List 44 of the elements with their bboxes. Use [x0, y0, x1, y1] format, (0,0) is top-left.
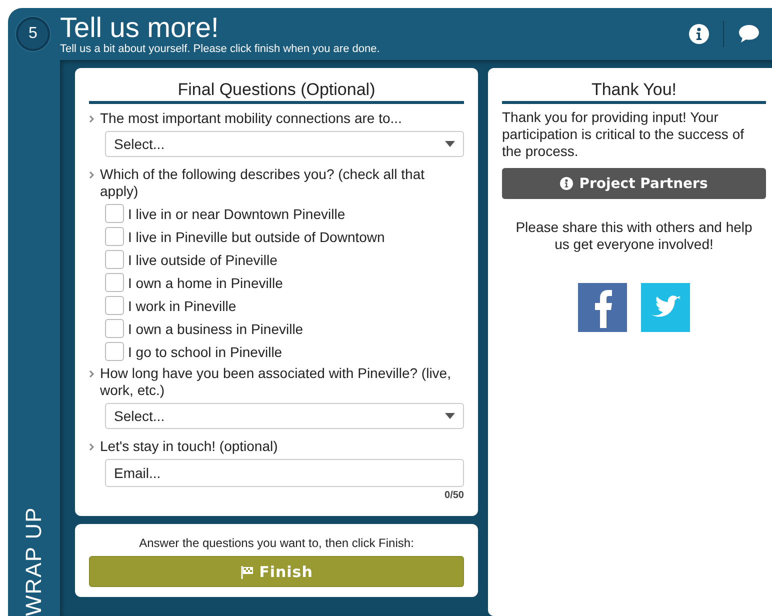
checkbox-label: I go to school in Pineville — [128, 342, 282, 360]
checkbox[interactable] — [105, 204, 124, 223]
page-subtitle: Tell us a bit about yourself. Please click finish when you are done. — [60, 42, 381, 54]
chevron-icon — [89, 115, 95, 123]
info-icon — [560, 177, 574, 190]
thanks-message: Thank you for providing input! Your participation is critical to the success of the process. — [502, 109, 745, 160]
checkbox-label: I work in Pineville — [128, 296, 236, 314]
chevron-icon — [89, 370, 95, 378]
checkbox-label: I own a business in Pineville — [128, 320, 304, 338]
twitter-bird-icon[interactable] — [641, 283, 690, 332]
checkbox[interactable] — [105, 319, 124, 338]
chevron-icon — [89, 443, 95, 451]
caret-icon — [445, 141, 455, 147]
info-icon[interactable] — [689, 24, 709, 44]
checkbox[interactable] — [105, 273, 124, 292]
checkbox[interactable] — [105, 296, 124, 315]
question-label: Let's stay in touch! (optional) — [100, 438, 278, 455]
facebook-icon[interactable] — [578, 283, 627, 332]
checkbox-label: I own a home in Pineville — [128, 274, 283, 292]
question-label: How long have you been associated with Pineville? (live, work, etc.) — [100, 365, 452, 399]
checkbox[interactable] — [105, 342, 124, 361]
section-label: WRAP UP — [21, 506, 47, 616]
finish-prompt: Answer the questions you want to, then click Finish: — [138, 536, 415, 550]
checkbox[interactable] — [105, 227, 124, 246]
question-label: Which of the following describes you? (check all that apply) — [100, 166, 426, 200]
page-title: Tell us more! — [60, 14, 220, 42]
share-message: Please share this with others and help us get everyone involved! — [514, 219, 754, 253]
select-dropdown[interactable]: Select... — [105, 403, 464, 429]
checkbox-label: I live in or near Downtown Pineville — [128, 204, 346, 222]
caret-icon — [445, 413, 455, 419]
chevron-icon — [89, 171, 95, 179]
checkbox[interactable] — [105, 250, 124, 269]
email-field[interactable]: Email... — [105, 459, 464, 487]
checkbox-label: I live in Pineville but outside of Downtown — [128, 228, 385, 246]
character-counter: 0/50 — [444, 490, 464, 501]
card-title: Final Questions (Optional) — [89, 80, 464, 104]
checkbox-label: I live outside of Pineville — [128, 250, 278, 268]
chat-bubble-icon[interactable] — [738, 24, 760, 44]
flag-icon — [240, 564, 254, 578]
card-title: Thank You! — [502, 80, 766, 104]
question-label: The most important mobility connections are to... — [100, 110, 402, 127]
step-number: 5 — [16, 17, 50, 51]
select-dropdown[interactable]: Select... — [105, 131, 464, 157]
project-partners-button[interactable]: Project Partners — [502, 168, 766, 199]
